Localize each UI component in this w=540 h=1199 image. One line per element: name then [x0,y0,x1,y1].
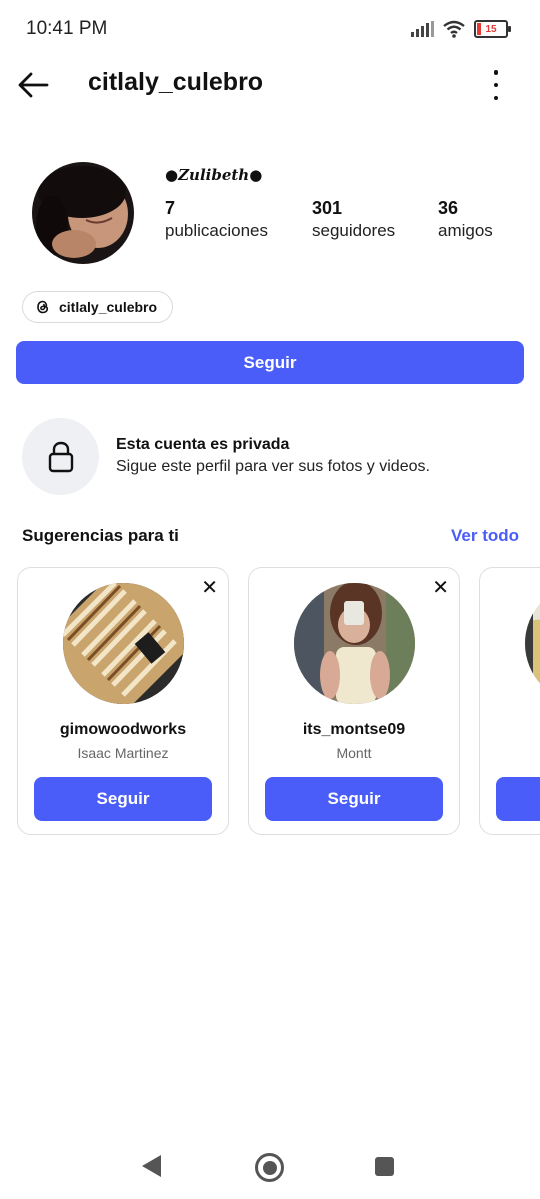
private-account-subtitle: Sigue este perfil para ver sus fotos y v… [116,458,430,475]
battery-level: 15 [485,23,497,35]
follow-button[interactable]: Seguir [16,341,524,384]
profile-avatar[interactable] [32,162,134,264]
suggestion-real-name: Montt [336,745,372,761]
profile-display-name: ●𝒁𝒖𝒍𝒊𝒃𝒆𝒕𝒉● [165,166,263,184]
nav-recents-icon[interactable] [375,1157,394,1176]
suggestion-follow-button[interactable] [496,777,540,821]
suggestion-username[interactable]: gimowoodworks [18,721,228,739]
suggestion-card: ✕ gimowoodworks Isaac Martinez Seguir [17,567,229,835]
suggestion-avatar[interactable] [294,583,415,704]
battery-icon: 15 [474,20,511,38]
more-options-icon[interactable] [484,70,508,100]
threads-handle: citlaly_culebro [59,299,158,315]
back-arrow-icon[interactable] [16,70,50,100]
threads-icon [37,300,49,314]
suggestions-heading: Sugerencias para ti [22,526,179,545]
suggestion-real-name: Isaac Martinez [77,745,169,761]
friends-count[interactable]: 36 [438,198,458,219]
followers-label[interactable]: seguidores [312,221,395,241]
suggestion-follow-button[interactable]: Seguir [34,777,212,821]
suggestion-card: ✕ its_montse09 Montt Seguir [248,567,460,835]
followers-count[interactable]: 301 [312,198,342,219]
lock-circle [22,418,99,495]
signal-icon [411,21,434,37]
see-all-link[interactable]: Ver todo [451,526,519,546]
private-account-title: Esta cuenta es privada [116,436,290,453]
suggestion-avatar[interactable] [63,583,184,704]
posts-count: 7 [165,198,176,218]
profile-username-title: citlaly_culebro [88,68,264,96]
nav-home-icon[interactable] [255,1153,284,1182]
suggestion-username[interactable]: its_montse09 [249,721,459,739]
threads-profile-chip[interactable]: citlaly_culebro [22,291,174,323]
status-time: 10:41 PM [26,18,108,39]
posts-label: publicaciones [165,221,269,240]
friends-label[interactable]: amigos [438,221,493,241]
suggestion-follow-button[interactable]: Seguir [265,777,443,821]
dismiss-close-icon[interactable]: ✕ [201,578,218,598]
suggestion-avatar[interactable] [525,583,540,704]
nav-back-icon[interactable] [142,1155,161,1177]
status-icons: 15 [410,20,511,38]
suggestion-card-partial [479,567,540,835]
dismiss-close-icon[interactable]: ✕ [432,578,449,598]
lock-icon [48,441,73,472]
wifi-icon [443,20,465,38]
